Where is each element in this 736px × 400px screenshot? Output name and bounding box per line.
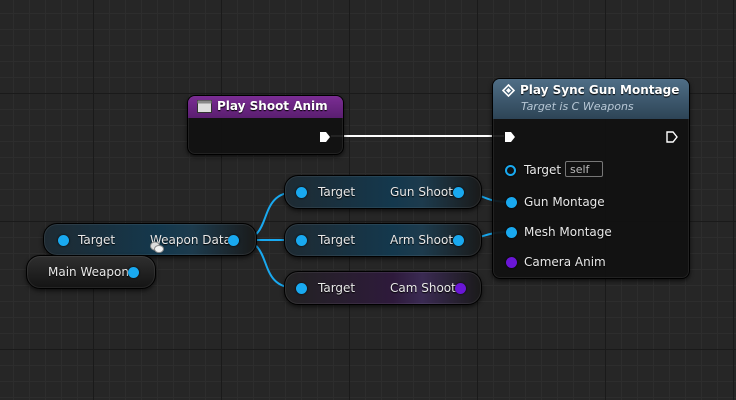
reroute-knot-icon[interactable] xyxy=(150,241,164,253)
cam-shoot-target-pin[interactable] xyxy=(296,283,307,294)
gun-shoot-target-pin[interactable] xyxy=(296,187,307,198)
play-shoot-anim-node[interactable]: Play Shoot Anim xyxy=(187,95,344,155)
cam-shoot-node[interactable]: Target Cam Shoot xyxy=(284,271,482,305)
function-call-icon xyxy=(502,84,515,97)
exec-in-pin[interactable] xyxy=(504,131,516,143)
cam-shoot-out-pin[interactable] xyxy=(455,283,466,294)
node-subtitle: Target is C Weapons xyxy=(521,100,634,113)
weapon-data-target-pin[interactable] xyxy=(58,235,69,246)
gun-shoot-node[interactable]: Target Gun Shoot xyxy=(284,175,482,209)
gun-montage-label: Gun Montage xyxy=(524,195,605,209)
arm-shoot-label: Arm Shoot xyxy=(390,233,454,247)
gun-shoot-out-pin[interactable] xyxy=(453,187,464,198)
exec-out-pin[interactable] xyxy=(319,131,331,143)
camera-anim-label: Camera Anim xyxy=(524,255,606,269)
arm-shoot-out-pin[interactable] xyxy=(453,235,464,246)
arm-shoot-target-pin[interactable] xyxy=(296,235,307,246)
camera-anim-pin[interactable] xyxy=(506,257,517,268)
gun-shoot-target-label: Target xyxy=(318,185,356,199)
node-title: Play Shoot Anim xyxy=(217,99,328,113)
node-title: Play Sync Gun Montage xyxy=(520,83,680,97)
arm-shoot-target-label: Target xyxy=(318,233,356,247)
cam-shoot-label: Cam Shoot xyxy=(390,281,456,295)
exec-out-pin[interactable] xyxy=(666,131,678,143)
main-weapon-label: Main Weapon xyxy=(48,265,129,279)
function-icon xyxy=(197,100,212,113)
gun-shoot-label: Gun Shoot xyxy=(390,185,453,199)
target-pin[interactable] xyxy=(505,165,516,176)
main-weapon-node[interactable]: Main Weapon xyxy=(26,255,156,289)
cam-shoot-target-label: Target xyxy=(318,281,356,295)
play-sync-gun-montage-node[interactable]: Play Sync Gun Montage Target is C Weapon… xyxy=(492,78,690,279)
gun-montage-pin[interactable] xyxy=(506,197,517,208)
main-weapon-out-pin[interactable] xyxy=(128,267,139,278)
weapon-data-target-label: Target xyxy=(78,233,116,247)
mesh-montage-label: Mesh Montage xyxy=(524,225,612,239)
target-label: Target xyxy=(524,163,562,177)
arm-shoot-node[interactable]: Target Arm Shoot xyxy=(284,223,482,257)
mesh-montage-pin[interactable] xyxy=(506,227,517,238)
target-default-field[interactable]: self xyxy=(565,161,603,177)
weapon-data-out-pin[interactable] xyxy=(228,235,239,246)
